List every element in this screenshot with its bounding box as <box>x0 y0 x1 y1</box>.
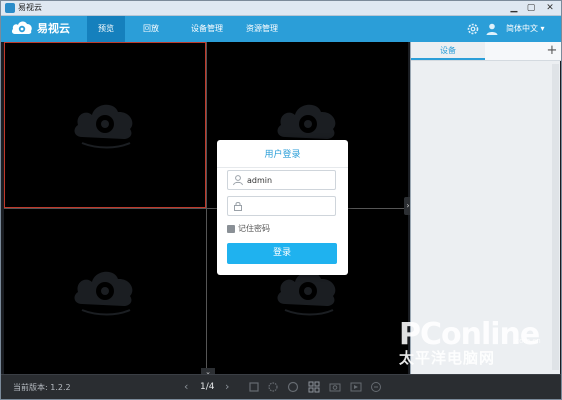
tab-devices[interactable]: 设备 <box>411 42 485 60</box>
snapshot-icon[interactable] <box>329 381 341 393</box>
remember-label: 记住密码 <box>238 224 270 233</box>
lock-icon <box>234 202 242 211</box>
login-title: 用户登录 <box>264 150 301 160</box>
username-input[interactable] <box>247 173 333 187</box>
page-indicator: 1/4 <box>200 382 215 392</box>
prev-page-button[interactable]: ‹ <box>184 380 188 393</box>
video-cell-1[interactable] <box>4 42 206 208</box>
os-titlebar: 易视云 ▁ ▢ ✕ <box>1 1 561 16</box>
camera-placeholder-icon <box>74 271 133 315</box>
add-device-button[interactable]: + <box>544 42 560 60</box>
gear-icon[interactable] <box>466 22 480 36</box>
pconline-watermark: PConline .com.cn 太平洋电脑网 <box>393 319 561 375</box>
user-field-icon <box>233 175 243 186</box>
video-cell-3[interactable] <box>4 209 206 374</box>
maximize-button[interactable]: ▢ <box>523 1 539 15</box>
language-select[interactable]: 简体中文 ▾ <box>506 23 545 35</box>
settings-icon[interactable] <box>267 381 279 393</box>
sequence-icon[interactable] <box>287 381 299 393</box>
username-field[interactable] <box>227 170 336 190</box>
watermark-tagline: 太平洋电脑网 <box>399 349 496 367</box>
next-page-button[interactable]: › <box>225 380 229 393</box>
stop-all-icon[interactable] <box>248 381 260 393</box>
grid-icon[interactable] <box>308 381 320 393</box>
tab-resource-management[interactable]: 资源管理 <box>235 16 289 42</box>
password-input[interactable] <box>247 199 333 213</box>
dialog-divider <box>217 167 348 168</box>
login-dialog: 用户登录 记住密码 登录 <box>217 140 348 275</box>
window-title: 易视云 <box>18 3 42 12</box>
close-button[interactable]: ✕ <box>540 1 560 15</box>
brand-name: 易视云 <box>37 22 70 35</box>
camera-placeholder-icon <box>74 104 133 149</box>
watermark-brand: PConline <box>399 317 540 352</box>
password-field[interactable] <box>227 196 336 216</box>
app-icon <box>5 3 15 13</box>
cloud-camera-logo-icon <box>11 21 32 34</box>
record-icon[interactable] <box>350 381 362 393</box>
fullscreen-icon[interactable] <box>370 381 382 393</box>
version-label: 当前版本: 1.2.2 <box>13 383 71 392</box>
app-window: 易视云 ▁ ▢ ✕ 易视云 预览 回放 设备管理 资源管理 简体中文 ▾ › ⌄… <box>0 0 562 400</box>
tab-playback[interactable]: 回放 <box>132 16 170 42</box>
app-header: 易视云 预览 回放 设备管理 资源管理 简体中文 ▾ <box>1 16 561 42</box>
login-button[interactable]: 登录 <box>227 243 337 264</box>
status-bar: 当前版本: 1.2.2 ‹ 1/4 › <box>1 374 561 399</box>
remember-checkbox[interactable] <box>227 225 235 233</box>
user-icon[interactable] <box>485 22 499 36</box>
minimize-button[interactable]: ▁ <box>506 1 522 15</box>
tab-device-management[interactable]: 设备管理 <box>180 16 234 42</box>
tab-preview[interactable]: 预览 <box>87 16 125 42</box>
watermark-domain: .com.cn <box>513 337 541 345</box>
